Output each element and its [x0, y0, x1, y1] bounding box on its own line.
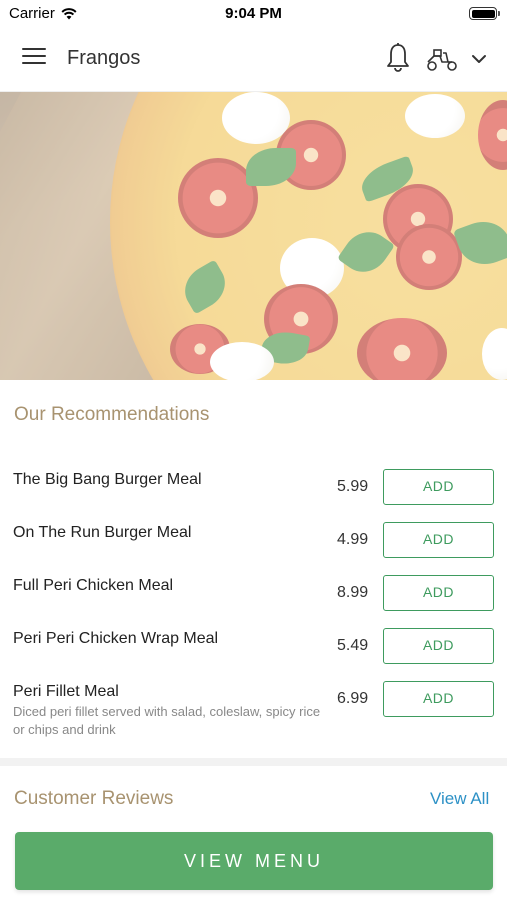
add-button[interactable]: ADD: [383, 575, 494, 611]
item-name: The Big Bang Burger Meal: [13, 471, 202, 488]
reviews-title: Customer Reviews: [14, 788, 174, 809]
restaurant-title: Frangos: [67, 47, 141, 69]
chevron-down-icon[interactable]: [469, 49, 489, 69]
add-button[interactable]: ADD: [383, 469, 494, 505]
item-name: On The Run Burger Meal: [13, 524, 192, 541]
add-button[interactable]: ADD: [383, 522, 494, 558]
section-divider: [0, 758, 507, 766]
status-time: 9:04 PM: [225, 5, 282, 22]
scooter-icon[interactable]: [426, 45, 458, 73]
item-price: 5.99: [337, 478, 369, 495]
item-name: Peri Fillet Meal: [13, 683, 119, 700]
add-button[interactable]: ADD: [383, 628, 494, 664]
item-price: 4.99: [337, 531, 369, 548]
view-all-link[interactable]: View All: [430, 789, 489, 809]
pizza-image: [0, 92, 507, 380]
item-description: Diced peri fillet served with salad, col…: [13, 704, 321, 737]
item-name: Full Peri Chicken Meal: [13, 577, 174, 594]
menu-icon[interactable]: [22, 48, 46, 68]
item-name: Peri Peri Chicken Wrap Meal: [13, 630, 219, 647]
battery-icon: [469, 7, 500, 20]
item-price: 5.49: [337, 637, 369, 654]
bell-icon[interactable]: [384, 42, 412, 74]
status-bar: Carrier 9:04 PM: [0, 0, 507, 26]
item-price: 8.99: [337, 584, 369, 601]
app-header: Frangos: [0, 26, 507, 92]
add-button[interactable]: ADD: [383, 681, 494, 717]
item-price: 6.99: [337, 690, 369, 707]
view-menu-button[interactable]: VIEW MENU: [15, 832, 493, 890]
recommendations-title: Our Recommendations: [14, 404, 210, 425]
